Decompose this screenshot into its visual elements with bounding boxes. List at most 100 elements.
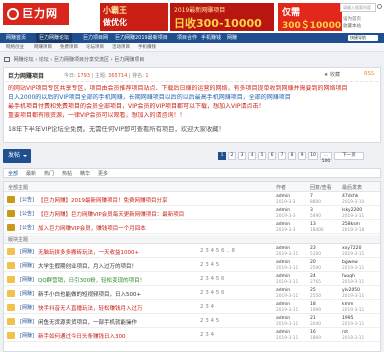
thread-title[interactable]: 【巨力网赚】2019最新网赚项目！免费网赚项目分享 bbox=[38, 196, 168, 204]
table-row[interactable]: [网赚] 无脑玩拼多多搬砖玩法，一天收益1000+ 2 3 4 5 6 .. 8 ad… bbox=[4, 245, 380, 258]
table-row[interactable]: [公告] 【巨力网赚】2019最新网赚项目！免费网赚项目分享 admin 2019-3… bbox=[4, 193, 380, 206]
next-page-button[interactable]: 下一页 bbox=[334, 152, 364, 160]
page-link[interactable]: 2 bbox=[228, 152, 236, 160]
thread-title[interactable]: 新手小白也能做的短视频项目，日入500+ bbox=[38, 290, 141, 298]
thread-author[interactable]: admin bbox=[276, 246, 290, 251]
nav-item-mobile[interactable]: 手机赚钱 bbox=[198, 33, 224, 43]
table-row[interactable]: [网赚] 新手如何通过今日头条赚钱日入300 2 3 4 admin 2019-3-11… bbox=[4, 329, 380, 342]
table-row[interactable]: [网赚] 闲鱼无货源卖货项目，一部手机就能操作 2 3 4 5 admin 2019-3… bbox=[4, 315, 380, 328]
thread-pages[interactable]: 2 3 4 5 6 bbox=[200, 290, 225, 296]
table-row[interactable]: [网赚] 大学生假期创业项目，月入过万的项目！ 2 3 4 5 admin 2019-3… bbox=[4, 259, 380, 272]
nav-item-coop[interactable]: 项目合作 bbox=[174, 33, 200, 43]
thread-title[interactable]: 加入巨力网赚VIP会员，赚钱项目一个月回本 bbox=[38, 224, 146, 232]
thread-tag[interactable]: [公告] bbox=[20, 196, 34, 203]
thread-title[interactable]: 新手如何通过今日头条赚钱日入300 bbox=[38, 332, 126, 340]
page-link[interactable]: 5 bbox=[258, 152, 266, 160]
thread-tag[interactable]: [公告] bbox=[20, 224, 34, 231]
site-logo[interactable]: 巨力网赚 bbox=[3, 3, 69, 42]
page-link[interactable]: 3 bbox=[238, 152, 246, 160]
set-homepage-link[interactable]: 设为首页 bbox=[343, 16, 361, 22]
thread-title[interactable]: 闲鱼无货源卖货项目，一部手机就能操作 bbox=[38, 318, 137, 326]
thread-pages[interactable]: 2 3 4 5 6 bbox=[200, 276, 225, 282]
last-poster[interactable]: ylv2050 bbox=[342, 288, 360, 293]
nav-item-forum[interactable]: 巨力网赚论坛 bbox=[36, 33, 73, 43]
thread-tag[interactable]: [网赚] bbox=[20, 262, 34, 269]
crumb-3[interactable]: 巨力网赚项目分享交流区 bbox=[54, 57, 109, 63]
filter-hotpost[interactable]: 热帖 bbox=[62, 170, 72, 177]
thread-title[interactable]: 快手抖音无人直播玩法，轻松赚钱月入过万 bbox=[38, 304, 143, 312]
thread-tag[interactable]: [网赚] bbox=[20, 248, 34, 255]
search-input[interactable]: 请输入搜索内容 bbox=[340, 3, 376, 12]
thread-pages[interactable]: 2 3 4 5 bbox=[200, 262, 219, 268]
subnav-item[interactable]: 网赚项目 bbox=[34, 44, 52, 50]
last-poster[interactable]: lsky2200 bbox=[342, 208, 362, 213]
banner-ad-1[interactable]: 小霸王 做优化 bbox=[100, 3, 168, 31]
thread-pages[interactable]: 2 3 4 bbox=[200, 332, 214, 338]
page-link[interactable]: 1 bbox=[218, 152, 226, 160]
nav-item-projects[interactable]: 巨力项目网 bbox=[80, 33, 111, 43]
banner-ad-3[interactable]: 仅需 300＄10000 bbox=[278, 3, 342, 31]
table-row[interactable]: [网赚] 新手小白也能做的短视频项目，日入500+ 2 3 4 5 6 admin 20… bbox=[4, 287, 380, 300]
nav-item-home[interactable]: 网赚首页 bbox=[3, 33, 29, 43]
rss-link[interactable]: RSS bbox=[364, 71, 374, 77]
thread-tag[interactable]: [网赚] bbox=[20, 304, 34, 311]
table-row[interactable]: [公告] 加入巨力网赚VIP会员，赚钱项目一个月回本 admin 2019-3-3 13… bbox=[4, 221, 380, 234]
last-poster[interactable]: 258ksm bbox=[342, 222, 360, 227]
thread-author[interactable]: admin bbox=[276, 330, 290, 335]
thread-pages[interactable]: 2 3 4 bbox=[200, 304, 214, 310]
thread-author[interactable]: admin bbox=[276, 222, 290, 227]
thread-author[interactable]: admin bbox=[276, 260, 290, 265]
thread-tag[interactable]: [网赚] bbox=[20, 276, 34, 283]
new-post-button[interactable]: 发帖 bbox=[3, 149, 31, 163]
thread-author[interactable]: admin bbox=[276, 302, 290, 307]
thread-title[interactable]: 【巨力网赚】巨力网赚VIP会员每天更新网赚项目：最新项目 bbox=[38, 210, 184, 218]
last-poster[interactable]: kmm bbox=[342, 302, 353, 307]
table-row[interactable]: [网赚] QQ群营销，日引300粉，轻松变现的项目！ 2 3 4 5 6 admin 2… bbox=[4, 273, 380, 286]
thread-author[interactable]: admin bbox=[276, 208, 290, 213]
nav-item-2019[interactable]: 巨力网赚2019最新项目 bbox=[112, 33, 171, 43]
thread-title[interactable]: 大学生假期创业项目，月入过万的项目！ bbox=[38, 262, 137, 270]
page-last[interactable]: ... 500 bbox=[320, 152, 332, 164]
thread-tag[interactable]: [网赚] bbox=[20, 318, 34, 325]
thread-tag[interactable]: [网赚] bbox=[20, 290, 34, 297]
thread-pages[interactable]: 2 3 4 5 bbox=[200, 318, 219, 324]
table-row[interactable]: [公告] 【巨力网赚】巨力网赚VIP会员每天更新网赚项目：最新项目 admin 201… bbox=[4, 207, 380, 220]
thread-author[interactable]: admin bbox=[276, 288, 290, 293]
last-poster[interactable]: rst bbox=[342, 330, 348, 335]
thread-pages[interactable]: 2 3 4 5 6 .. 8 bbox=[200, 248, 235, 254]
filter-more[interactable]: 更多 bbox=[98, 170, 108, 177]
filter-latest[interactable]: 最新 bbox=[26, 170, 36, 177]
thread-tag[interactable]: [公告] bbox=[20, 210, 34, 217]
filter-digest[interactable]: 精华 bbox=[80, 170, 90, 177]
last-poster[interactable]: 47dchk bbox=[342, 194, 359, 199]
page-link[interactable]: 9 bbox=[298, 152, 306, 160]
thread-author[interactable]: admin bbox=[276, 316, 290, 321]
subnav-item[interactable]: 手机赚钱 bbox=[138, 44, 156, 50]
page-link[interactable]: 6 bbox=[268, 152, 276, 160]
bookmark-link[interactable]: 收藏本站 bbox=[343, 23, 361, 29]
page-link[interactable]: 8 bbox=[288, 152, 296, 160]
page-link[interactable]: 4 bbox=[248, 152, 256, 160]
page-link[interactable]: 10 bbox=[308, 152, 318, 160]
last-poster[interactable]: bgwew bbox=[342, 260, 358, 265]
page-link[interactable]: 7 bbox=[278, 152, 286, 160]
search-icon[interactable] bbox=[377, 4, 382, 9]
last-poster[interactable]: xxy7220 bbox=[342, 246, 361, 251]
filter-all[interactable]: 全部 bbox=[8, 170, 18, 177]
subnav-item[interactable]: 论坛项目 bbox=[86, 44, 104, 50]
thread-author[interactable]: admin bbox=[276, 274, 290, 279]
banner-ad-2[interactable]: 2019最新网赚项目 日收300-10000 bbox=[170, 3, 274, 31]
crumb-2[interactable]: 论坛 bbox=[39, 57, 49, 63]
last-poster[interactable]: 1995 bbox=[342, 316, 353, 321]
thread-title[interactable]: QQ群营销，日引300粉，轻松变现的项目！ bbox=[38, 276, 145, 284]
subnav-item[interactable]: 网络创业 bbox=[6, 44, 24, 50]
home-icon[interactable] bbox=[4, 57, 10, 62]
filter-hot[interactable]: 热门 bbox=[44, 170, 54, 177]
thread-title[interactable]: 无脑玩拼多多搬砖玩法，一天收益1000+ bbox=[38, 248, 139, 256]
quick-nav-button[interactable]: 快捷导航 bbox=[348, 35, 378, 41]
thread-tag[interactable]: [网赚] bbox=[20, 332, 34, 339]
crumb-4[interactable]: 巨力网赚项目 bbox=[114, 57, 144, 63]
table-row[interactable]: [网赚] 快手抖音无人直播玩法，轻松赚钱月入过万 2 3 4 admin 2019-3-… bbox=[4, 301, 380, 314]
last-poster[interactable]: fuuqh bbox=[342, 274, 355, 279]
subnav-item[interactable]: 免费项目 bbox=[60, 44, 78, 50]
